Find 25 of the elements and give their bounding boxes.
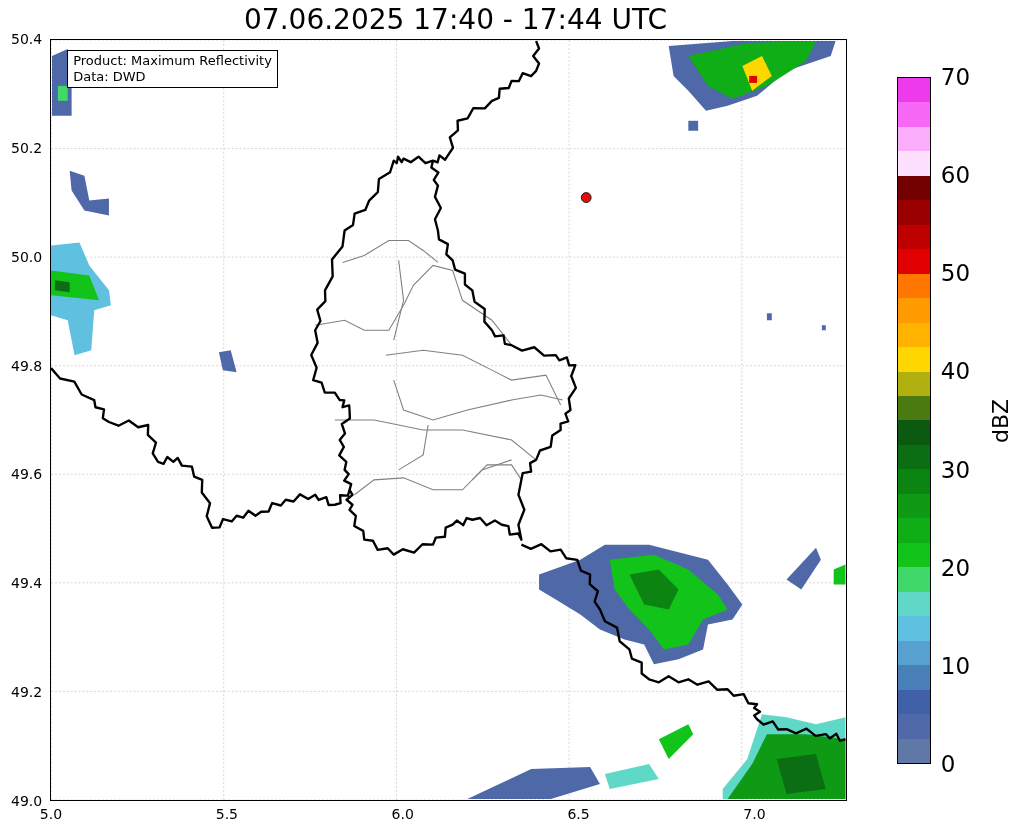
x-tick-label: 7.0 — [743, 807, 766, 821]
y-tick-label: 49.2 — [11, 685, 43, 700]
x-tick-label: 5.0 — [39, 807, 63, 821]
y-tick-label: 50.0 — [11, 249, 43, 264]
x-tick-label: 6.0 — [391, 807, 414, 821]
y-tick-label: 50.4 — [11, 32, 43, 46]
y-tick-label: 49.0 — [11, 794, 43, 808]
colorbar-tick-label: 30 — [940, 458, 971, 482]
y-tick-label: 49.8 — [11, 358, 43, 373]
colorbar-tick-label: 60 — [940, 163, 971, 187]
y-tick-label: 49.6 — [11, 467, 43, 482]
chart-title: 07.06.2025 17:40 - 17:44 UTC — [244, 5, 667, 34]
y-tick-label: 49.4 — [11, 576, 43, 591]
x-tick-label: 5.5 — [215, 807, 238, 821]
legend-text: Product: Maximum Reflectivity — [73, 53, 272, 69]
colorbar-tick-label: 0 — [940, 752, 956, 776]
colorbar-tick-label: 50 — [940, 261, 971, 285]
colorbar-tick-label: 70 — [940, 65, 971, 89]
y-tick-label: 50.2 — [11, 140, 43, 155]
colorbar-tick-label: 40 — [940, 359, 971, 383]
colorbar-tick-label: 10 — [940, 654, 971, 678]
x-tick-label: 6.5 — [567, 807, 590, 821]
colorbar-tick-label: 20 — [940, 556, 971, 580]
legend-text: Data: DWD — [73, 69, 147, 85]
colorbar-label: dBZ — [989, 398, 1012, 443]
